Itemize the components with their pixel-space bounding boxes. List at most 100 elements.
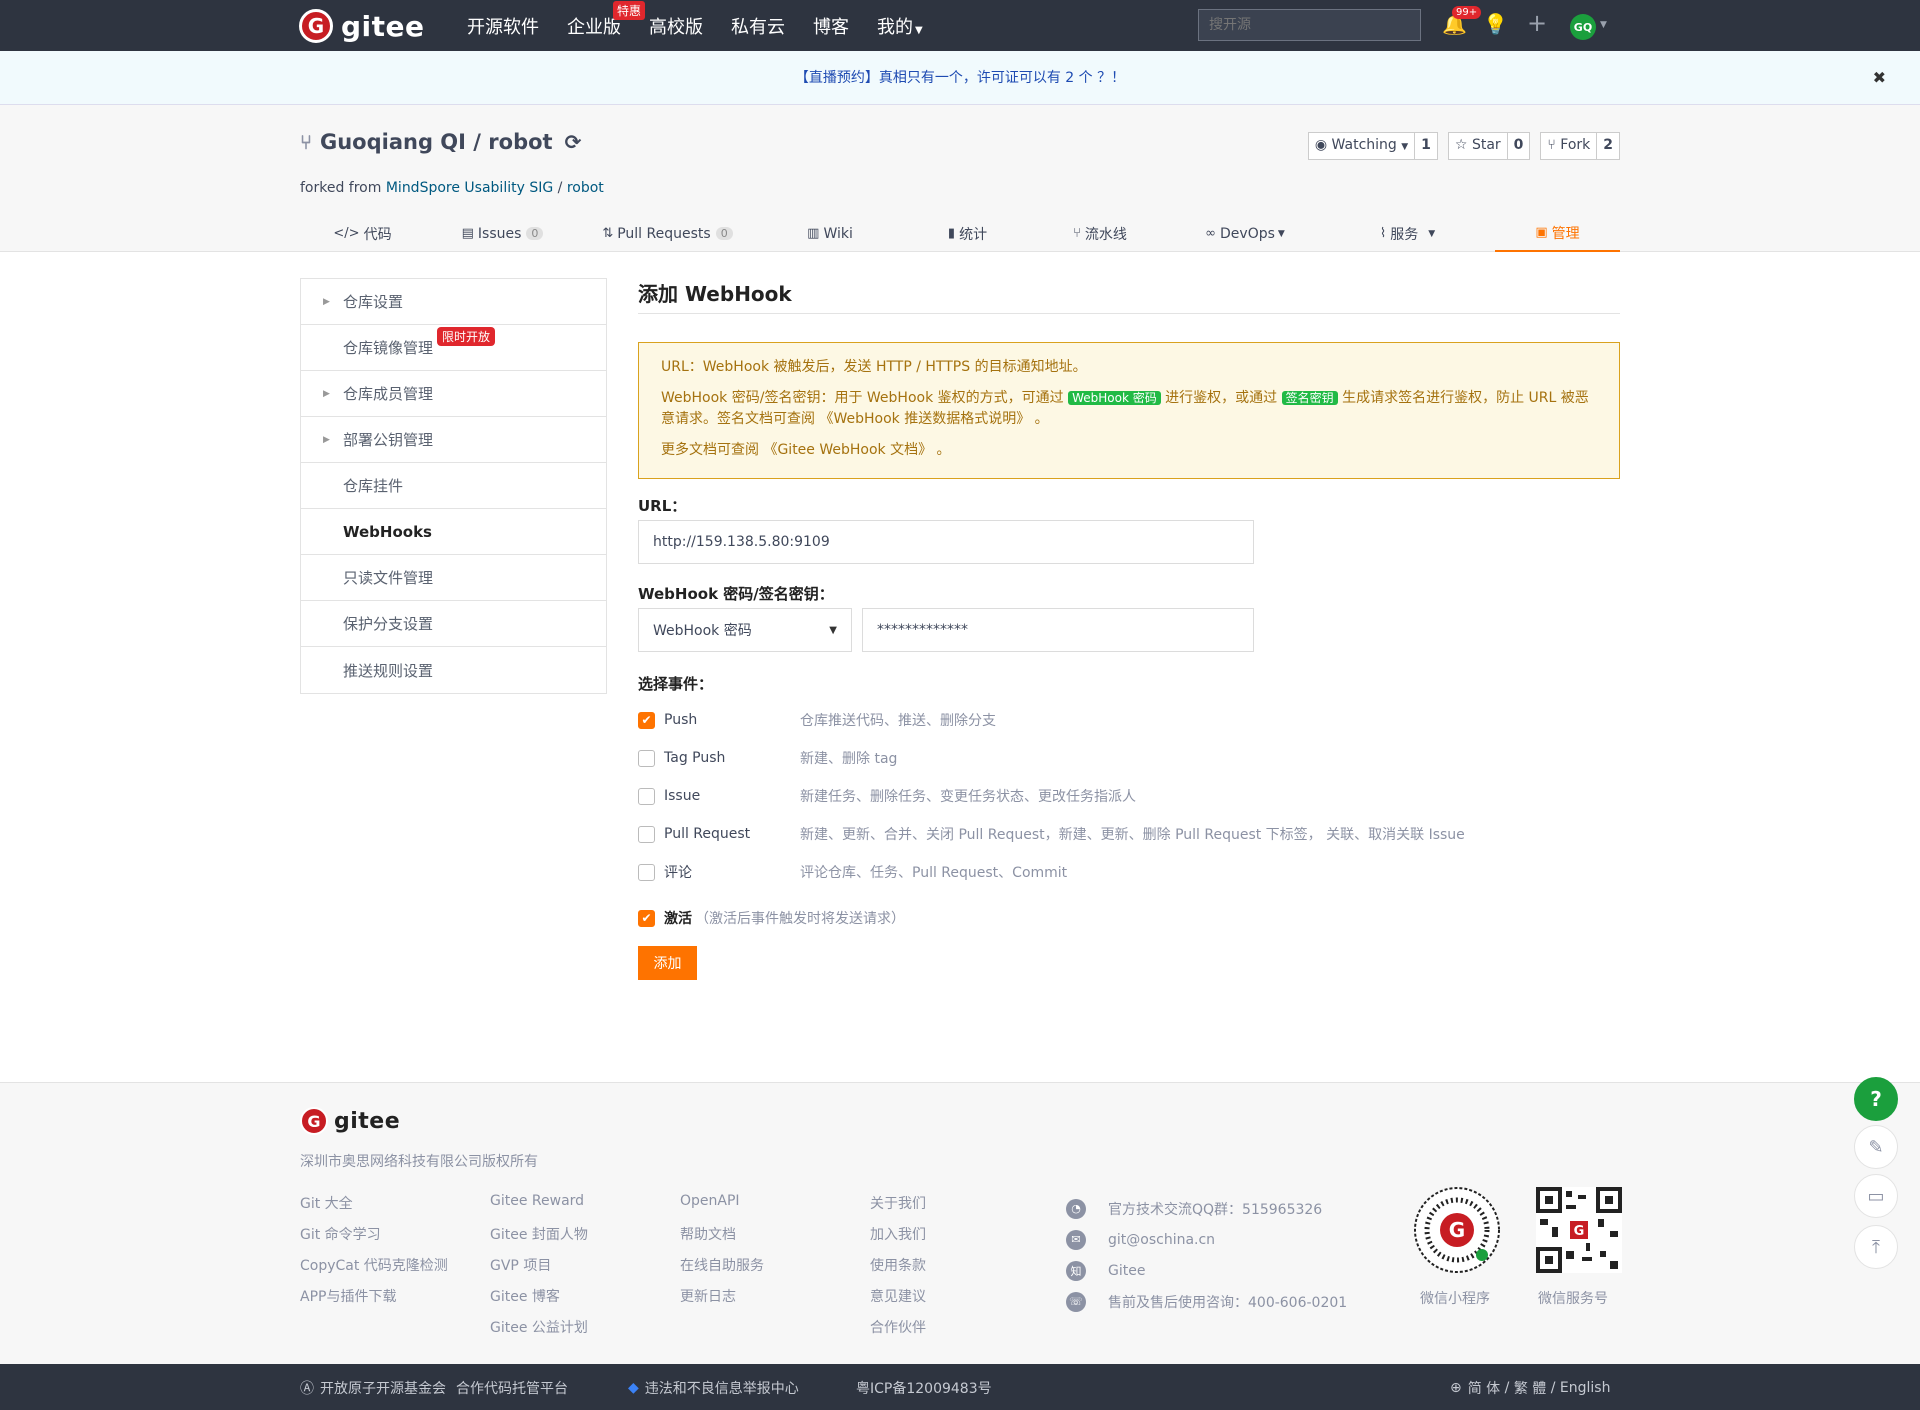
event-push-checkbox[interactable]: ✔: [638, 711, 655, 729]
forked-org-link[interactable]: MindSpore Usability SIG: [386, 180, 553, 196]
footer-link[interactable]: 意见建议: [870, 1289, 926, 1305]
event-comment-checkbox[interactable]: [638, 863, 655, 881]
event-issue[interactable]: Issue 新建任务、删除任务、变更任务状态、更改任务指派人: [638, 786, 1136, 806]
sidebar-item-widgets[interactable]: 仓库挂件: [301, 463, 606, 509]
secret-input[interactable]: *************: [862, 608, 1254, 652]
nav-open-source[interactable]: 开源软件: [467, 13, 539, 39]
footer-link[interactable]: CopyCat 代码克隆检测: [300, 1258, 448, 1274]
banner-link[interactable]: 【直播预约】真相只有一个，许可证可以有 2 个 ？！: [795, 70, 1125, 86]
event-pull-request[interactable]: Pull Request 新建、更新、合并、关闭 Pull Request，新建…: [638, 824, 1465, 844]
sidebar-item-webhooks[interactable]: WebHooks: [301, 509, 606, 555]
footer-link[interactable]: Git 命令学习: [300, 1227, 381, 1243]
nav-education[interactable]: 高校版: [649, 13, 703, 39]
fork-button[interactable]: ⑂ Fork 2: [1540, 132, 1620, 160]
close-icon[interactable]: ✖: [1873, 51, 1886, 105]
message-button[interactable]: ▭: [1854, 1174, 1898, 1218]
footer-link[interactable]: 关于我们: [870, 1196, 926, 1212]
footer-link[interactable]: 帮助文档: [680, 1227, 736, 1243]
plus-icon[interactable]: +: [1527, 9, 1547, 37]
watch-button[interactable]: ◉ Watching ▼ 1: [1307, 132, 1438, 160]
event-comment[interactable]: 评论 评论仓库、任务、Pull Request、Commit: [638, 862, 1067, 882]
nav-blog[interactable]: 博客: [813, 13, 849, 39]
footer-link[interactable]: Gitee Reward: [490, 1193, 584, 1209]
tab-wiki[interactable]: ▥ Wiki: [755, 215, 905, 252]
repo-name-link[interactable]: robot: [488, 130, 552, 154]
fork-label-text: Fork: [1560, 137, 1591, 153]
sidebar-item-label: 只读文件管理: [343, 569, 434, 587]
footer-link[interactable]: 合作伙伴: [870, 1320, 926, 1336]
notice-text: 更多文档可查阅: [661, 442, 764, 458]
nav-enterprise[interactable]: 企业版 特惠: [567, 0, 645, 39]
event-tag-push-checkbox[interactable]: [638, 749, 655, 767]
search-input[interactable]: [1198, 9, 1421, 41]
footer-link[interactable]: 使用条款: [870, 1258, 926, 1274]
lang-traditional[interactable]: 繁 體: [1514, 1378, 1546, 1398]
footer-link[interactable]: GVP 项目: [490, 1258, 551, 1274]
tab-pull-requests[interactable]: ⇅ Pull Requests 0: [580, 215, 755, 252]
notice-line-secret: WebHook 密码/签名密钥：用于 WebHook 鉴权的方式，可通过 Web…: [661, 388, 1597, 430]
tab-stats[interactable]: ▮ 统计: [905, 215, 1030, 252]
add-webhook-button[interactable]: 添加: [638, 946, 697, 980]
webhook-doc-link[interactable]: 《Gitee WebHook 文档》: [763, 442, 932, 458]
tab-devops[interactable]: ∞ DevOps ▼: [1170, 215, 1320, 252]
tab-manage[interactable]: ▣ 管理: [1495, 215, 1620, 252]
push-format-doc-link[interactable]: 《WebHook 推送数据格式说明》: [819, 411, 1030, 427]
lightbulb-icon[interactable]: 💡: [1483, 12, 1508, 36]
sidebar-item-protected-branches[interactable]: 保护分支设置: [301, 601, 606, 647]
contact-email-link[interactable]: git@oschina.cn: [1108, 1232, 1215, 1248]
footer-link[interactable]: Gitee 封面人物: [490, 1227, 588, 1243]
sidebar-item-readonly-files[interactable]: 只读文件管理: [301, 555, 606, 601]
secret-type-select[interactable]: WebHook 密码 ▼: [638, 608, 852, 652]
tab-services[interactable]: ⌇ 服务 ▼: [1320, 215, 1495, 252]
footer-logo[interactable]: G gitee: [300, 1107, 400, 1135]
feedback-button[interactable]: ✎: [1854, 1125, 1898, 1169]
sidebar-item-repo-settings[interactable]: ▶ 仓库设置: [301, 279, 606, 325]
footer-link[interactable]: 加入我们: [870, 1227, 926, 1243]
footer-link[interactable]: 更新日志: [680, 1289, 736, 1305]
lang-separator: /: [1500, 1380, 1514, 1396]
report-link[interactable]: ◆ 违法和不良信息举报中心: [628, 1378, 799, 1398]
activate-toggle[interactable]: ✔ 激活 （激活后事件触发时将发送请求）: [638, 908, 905, 928]
url-input[interactable]: http://159.138.5.80:9109: [638, 520, 1254, 564]
footer-link[interactable]: Gitee 公益计划: [490, 1320, 588, 1336]
sync-icon[interactable]: ⟳: [565, 130, 582, 154]
footer-link[interactable]: Gitee 博客: [490, 1289, 560, 1305]
sidebar-item-label: WebHooks: [343, 522, 432, 541]
back-to-top-button[interactable]: ⤒: [1854, 1225, 1898, 1269]
footer-link[interactable]: Git 大全: [300, 1196, 353, 1212]
help-button[interactable]: ?: [1854, 1077, 1898, 1121]
nav-private-cloud[interactable]: 私有云: [731, 13, 785, 39]
sidebar-item-deploy-keys[interactable]: ▶ 部署公钥管理: [301, 417, 606, 463]
event-tag-push[interactable]: Tag Push 新建、删除 tag: [638, 748, 897, 768]
lang-english[interactable]: English: [1560, 1380, 1611, 1396]
event-pull-request-checkbox[interactable]: [638, 825, 655, 843]
nav-mine[interactable]: 我的 ▼: [877, 13, 923, 39]
sidebar-item-mirror[interactable]: 仓库镜像管理 限时开放: [301, 325, 606, 371]
event-push[interactable]: ✔ Push 仓库推送代码、推送、删除分支: [638, 710, 996, 730]
icp-link[interactable]: 粤ICP备12009483号: [856, 1378, 992, 1398]
notification-count-badge: 99+: [1452, 6, 1482, 19]
sidebar-item-push-rules[interactable]: 推送规则设置: [301, 647, 606, 693]
tab-pipeline[interactable]: ⑂ 流水线: [1030, 215, 1170, 252]
lang-simplified[interactable]: 简 体: [1468, 1378, 1500, 1398]
contact-zhihu-link[interactable]: Gitee: [1108, 1263, 1145, 1279]
sidebar-item-label: 部署公钥管理: [343, 431, 434, 449]
footer-link[interactable]: 在线自助服务: [680, 1258, 764, 1274]
forked-repo-link[interactable]: robot: [567, 180, 604, 196]
notice-line-url: URL：WebHook 被触发后，发送 HTTP / HTTPS 的目标通知地址…: [661, 359, 1087, 375]
footer-link[interactable]: APP与插件下载: [300, 1289, 396, 1305]
chevron-down-icon[interactable]: ▼: [1600, 20, 1607, 30]
footer-link[interactable]: OpenAPI: [680, 1193, 740, 1209]
gitee-logo[interactable]: G gitee: [299, 9, 425, 43]
eye-icon: ◉: [1314, 137, 1332, 153]
sidebar-item-members[interactable]: ▶ 仓库成员管理: [301, 371, 606, 417]
event-issue-checkbox[interactable]: [638, 787, 655, 805]
event-name: Issue: [664, 788, 701, 804]
avatar[interactable]: GQ: [1570, 14, 1596, 40]
activate-checkbox[interactable]: ✔: [638, 909, 655, 927]
star-button[interactable]: ☆ Star 0: [1447, 132, 1531, 160]
tab-issues[interactable]: ▤ Issues 0: [425, 215, 580, 252]
repo-owner-link[interactable]: Guoqiang QI: [320, 130, 466, 154]
tab-code[interactable]: </> 代码: [300, 215, 425, 252]
openatom-link[interactable]: Ⓐ 开放原子开源基金会 合作代码托管平台: [300, 1378, 568, 1398]
